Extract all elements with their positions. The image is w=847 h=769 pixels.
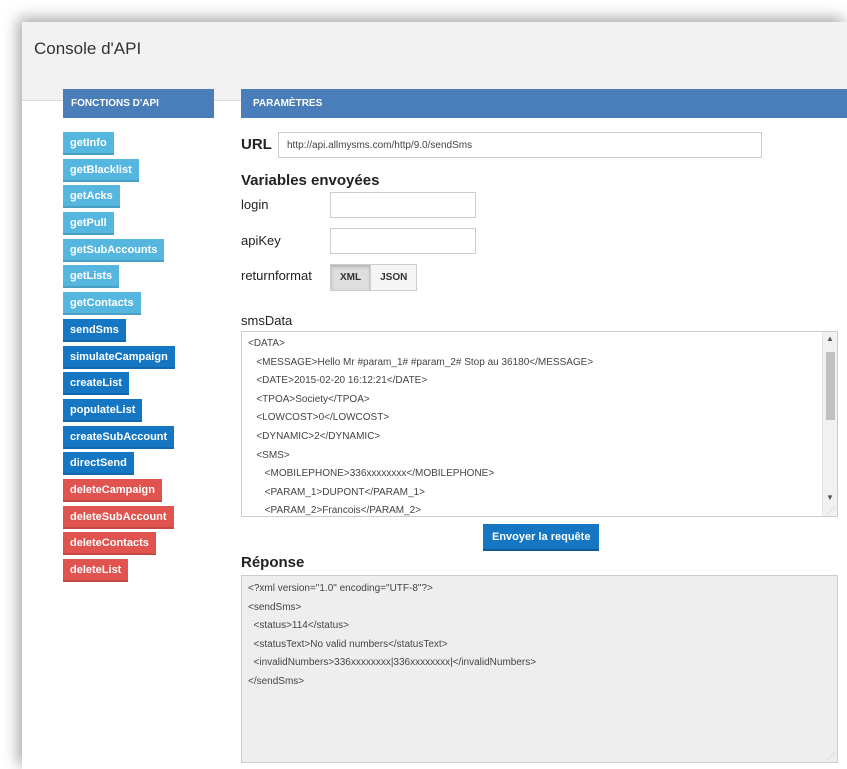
smsdata-line: <TPOA>Society</TPOA> [248,393,370,405]
response-line: </sendSms> [248,675,305,687]
fn-button-getlists[interactable]: getLists [63,265,120,289]
functions-header: FONCTIONS D'API [63,89,214,118]
scroll-down-icon[interactable]: ▼ [823,493,837,502]
fn-button-deletelist[interactable]: deleteList [63,559,129,582]
smsdata-line: <SMS> [248,449,290,461]
returnformat-label: returnformat [241,268,312,283]
smsdata-label: smsData [241,313,293,328]
response-line: <status>114</status> [248,620,349,632]
apikey-field[interactable] [330,228,476,254]
smsdata-line: <PARAM_2>Francois</PARAM_2> [248,505,422,517]
apikey-label: apiKey [241,233,281,248]
fn-button-getcontacts[interactable]: getContacts [63,292,141,316]
fn-button-deletecampaign[interactable]: deleteCampaign [63,478,162,502]
fn-button-getacks[interactable]: getAcks [63,185,120,209]
page-title: Console d'API [34,39,142,58]
fn-button-populatelist[interactable]: populateList [63,398,143,422]
smsdata-line: <MESSAGE>Hello Mr #param_1# #param_2# St… [248,356,594,368]
returnformat-json-option[interactable]: JSON [370,265,416,290]
fn-button-getsubaccounts[interactable]: getSubAccounts [63,238,165,262]
response-line: <statusText>No valid numbers</statusText… [248,638,448,650]
smsdata-line: <PARAM_1>DUPONT</PARAM_1> [248,486,425,498]
response-title: Réponse [241,554,305,571]
fn-button-deletecontacts[interactable]: deleteContacts [63,532,156,556]
fn-button-getpull[interactable]: getPull [63,212,114,236]
response-line: <invalidNumbers>336xxxxxxxx|336xxxxxxxx|… [248,657,537,669]
smsdata-line: <DATA> [248,338,285,349]
scroll-up-icon[interactable]: ▲ [823,334,837,343]
smsdata-line: <MOBILEPHONE>336xxxxxxxx</MOBILEPHONE> [248,468,495,480]
smsdata-textarea[interactable]: <DATA> <MESSAGE>Hello Mr #param_1# #para… [241,331,838,517]
smsdata-line: <LOWCOST>0</LOWCOST> [248,412,390,424]
login-label: login [241,197,269,212]
returnformat-toggle: XML JSON [330,264,418,291]
variables-title: Variables envoyées [241,172,380,189]
fn-button-sendsms[interactable]: sendSms [63,318,126,342]
api-functions-list: getInfo getBlacklist getAcks getPull get… [63,132,175,586]
fn-button-createsubaccount[interactable]: createSubAccount [63,425,175,449]
api-console-window: Console d'API FONCTIONS D'API PARAMÈTRES… [22,22,847,769]
url-field[interactable] [278,132,762,158]
resize-grip-icon[interactable]: ⋰ [827,506,835,515]
fn-button-createlist[interactable]: createList [63,372,129,396]
fn-button-getblacklist[interactable]: getBlacklist [63,158,139,182]
fn-button-directsend[interactable]: directSend [63,452,134,476]
resize-grip-icon[interactable]: ⋰ [827,752,835,761]
fn-button-getinfo[interactable]: getInfo [63,132,114,155]
response-line: <?xml version="1.0" encoding="UTF-8"?> [248,583,433,594]
response-box[interactable]: <?xml version="1.0" encoding="UTF-8"?> <… [241,575,838,763]
fn-button-simulatecampaign[interactable]: simulateCampaign [63,345,175,369]
smsdata-scrollbar[interactable]: ▲ ▼ [822,332,837,516]
scrollbar-thumb[interactable] [826,352,835,420]
fn-button-deletesubaccount[interactable]: deleteSubAccount [63,505,174,529]
url-label: URL [241,136,272,153]
login-field[interactable] [330,192,476,218]
returnformat-xml-option[interactable]: XML [331,265,371,290]
response-line: <sendSms> [248,601,302,613]
smsdata-line: <DYNAMIC>2</DYNAMIC> [248,430,381,442]
send-request-button[interactable]: Envoyer la requête [483,524,600,551]
smsdata-line: <DATE>2015-02-20 16:12:21</DATE> [248,375,428,387]
parameters-header: PARAMÈTRES [241,89,847,118]
